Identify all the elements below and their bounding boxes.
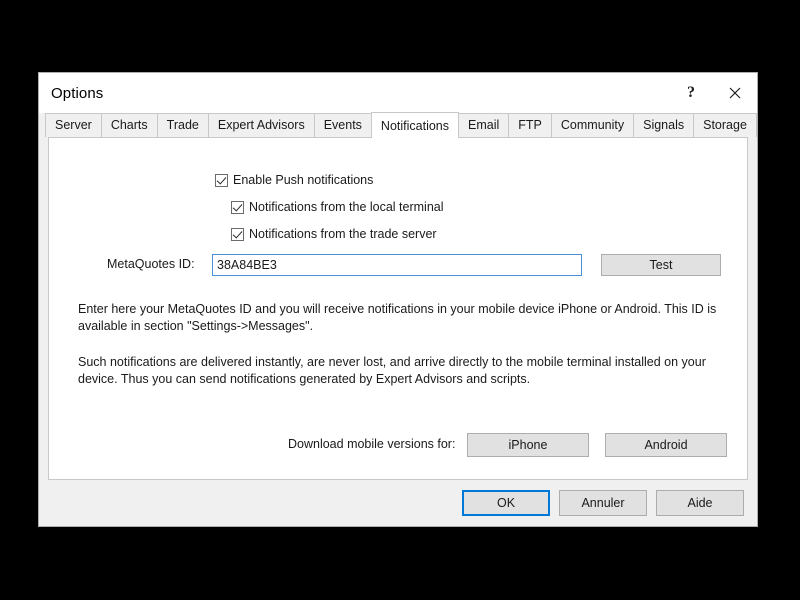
tab-storage[interactable]: Storage — [693, 113, 757, 137]
tab-community[interactable]: Community — [550, 113, 635, 137]
help-button[interactable]: Aide — [656, 490, 744, 516]
tab-signals[interactable]: Signals — [633, 113, 695, 137]
label-local-terminal-notifications: Notifications from the local terminal — [249, 200, 444, 214]
metaquotes-id-input[interactable] — [212, 254, 582, 276]
download-label: Download mobile versions for: — [288, 437, 456, 451]
info-paragraph-1: Enter here your MetaQuotes ID and you wi… — [78, 302, 717, 333]
tab-charts[interactable]: Charts — [100, 113, 158, 137]
download-android-button[interactable]: Android — [605, 433, 727, 457]
tab-expert-advisors[interactable]: Expert Advisors — [207, 113, 315, 137]
ok-button[interactable]: OK — [462, 490, 550, 516]
title-bar: Options ? — [39, 73, 757, 113]
enable-push-notifications-row[interactable]: Enable Push notifications — [215, 173, 373, 187]
test-button[interactable]: Test — [601, 254, 721, 276]
tab-ftp[interactable]: FTP — [508, 113, 552, 137]
metaquotes-id-row: MetaQuotes ID: Test — [49, 254, 747, 276]
tab-strip: Server Charts Trade Expert Advisors Even… — [39, 112, 757, 138]
download-iphone-button[interactable]: iPhone — [467, 433, 589, 457]
tab-server[interactable]: Server — [45, 113, 102, 137]
title-bar-buttons: ? — [669, 73, 757, 113]
options-dialog: Options ? Server Charts Trade Expert Adv… — [38, 72, 758, 527]
dialog-footer: OK Annuler Aide — [39, 480, 757, 526]
label-enable-push-notifications: Enable Push notifications — [233, 173, 374, 187]
label-trade-server-notifications: Notifications from the trade server — [249, 227, 437, 241]
cancel-button[interactable]: Annuler — [559, 490, 647, 516]
tab-notifications[interactable]: Notifications — [370, 112, 460, 138]
trade-server-notifications-row[interactable]: Notifications from the trade server — [231, 227, 437, 241]
checkbox-enable-push-notifications[interactable] — [215, 173, 228, 187]
notifications-panel: Enable Push notifications Notifications … — [48, 137, 748, 480]
close-icon[interactable] — [713, 73, 757, 113]
window-title: Options — [51, 84, 104, 102]
download-row: Download mobile versions for: iPhone And… — [49, 433, 747, 457]
metaquotes-id-label: MetaQuotes ID: — [107, 257, 195, 271]
checkbox-local-terminal-notifications[interactable] — [231, 200, 244, 214]
checkbox-trade-server-notifications[interactable] — [231, 227, 244, 241]
info-paragraph-2: Such notifications are delivered instant… — [78, 355, 706, 386]
help-icon[interactable]: ? — [669, 73, 713, 113]
local-terminal-notifications-row[interactable]: Notifications from the local terminal — [231, 200, 444, 214]
tab-email[interactable]: Email — [458, 113, 510, 137]
tab-events[interactable]: Events — [313, 113, 372, 137]
tab-trade[interactable]: Trade — [156, 113, 209, 137]
